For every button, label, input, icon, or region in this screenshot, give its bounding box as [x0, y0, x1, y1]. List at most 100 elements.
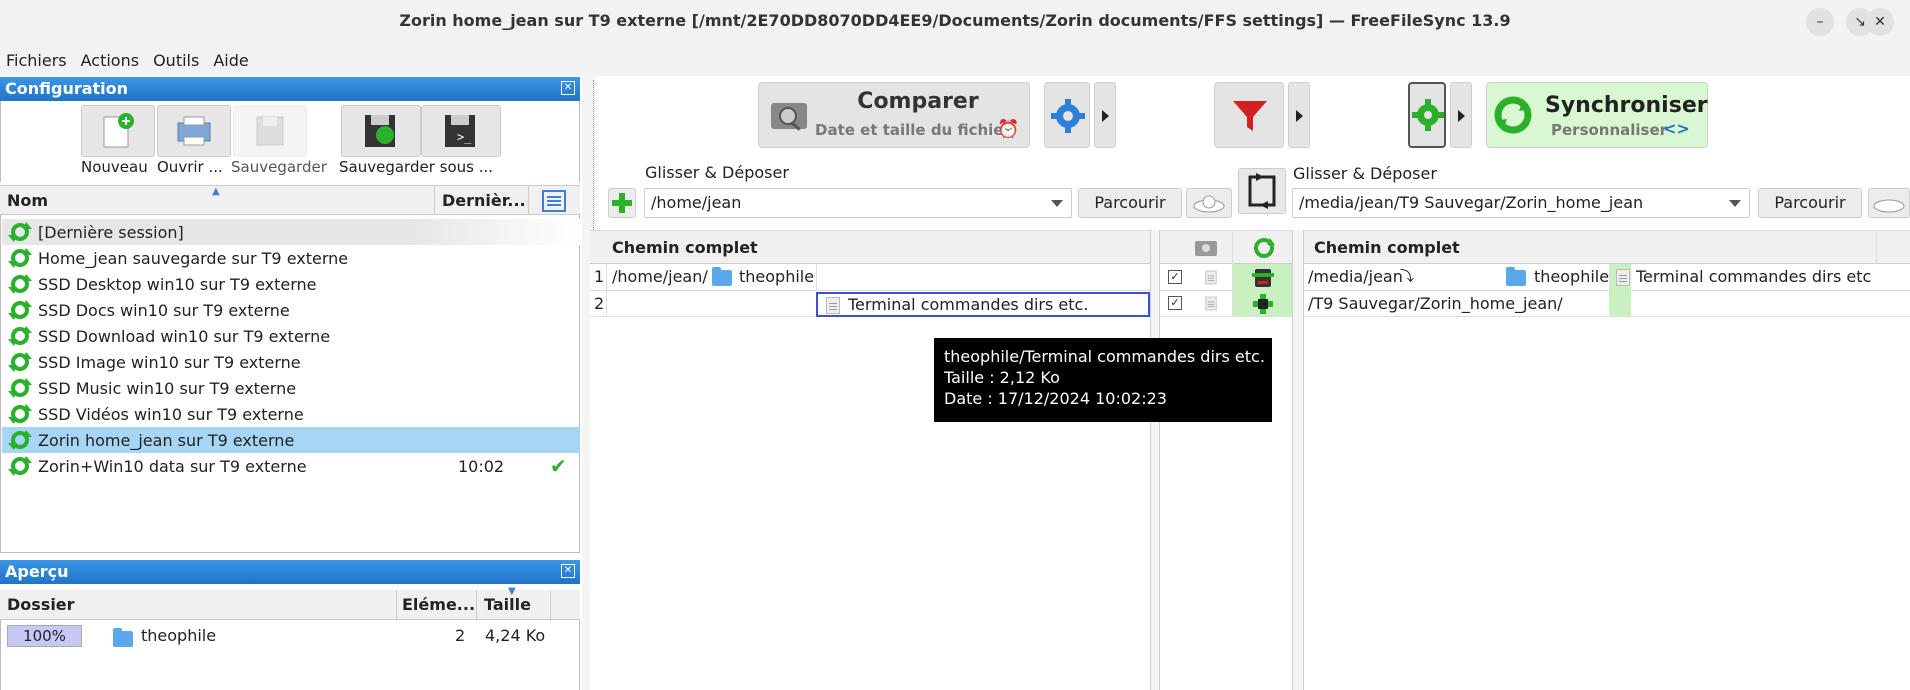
minimize-button[interactable]: –	[1806, 8, 1834, 36]
left-row2-selected[interactable]: Terminal commandes dirs etc.	[816, 292, 1150, 317]
overview-panel-header: Aperçu ✕	[0, 560, 580, 584]
config-list-item[interactable]: SSD Vidéos win10 sur T9 externe	[2, 401, 580, 427]
left-row2-file[interactable]: Terminal commandes dirs etc.	[848, 295, 1088, 314]
config-toolbar: >_ Nouveau Ouvrir ... Sauvegarder Sauveg…	[0, 101, 580, 182]
config-list-item[interactable]: SSD Music win10 sur T9 externe	[2, 375, 580, 401]
col-folder[interactable]: Dossier	[7, 595, 75, 614]
left-browse-button[interactable]: Parcourir	[1078, 188, 1182, 218]
save-config-button[interactable]	[233, 105, 307, 157]
left-cloud-button[interactable]	[1186, 188, 1232, 218]
printer-open-icon	[177, 116, 211, 146]
menu-fichiers[interactable]: Fichiers	[6, 51, 67, 70]
config-list-item[interactable]: Zorin home_jean sur T9 externe	[2, 427, 580, 453]
save-sync-icon	[365, 115, 395, 147]
right-path-input[interactable]: /media/jean/T9 Sauvegar/Zorin_home_jean	[1292, 188, 1750, 218]
overview-items: 2	[455, 626, 466, 645]
new-icon	[103, 113, 134, 148]
sync-settings-button[interactable]	[1408, 82, 1446, 148]
col-size[interactable]: Taille	[484, 595, 531, 614]
config-list-item[interactable]: Zorin+Win10 data sur T9 externe 10:02 ✔	[2, 453, 580, 479]
config-item-name: SSD Docs win10 sur T9 externe	[38, 300, 290, 320]
open-config-button[interactable]	[157, 105, 231, 157]
right-row1-file[interactable]: Terminal commandes dirs etc	[1636, 267, 1871, 286]
right-grid: /media/jean ⤵ theophile Terminal command…	[1304, 264, 1910, 690]
swap-sides-button[interactable]	[1238, 168, 1286, 214]
close-panel-icon[interactable]: ✕	[561, 81, 575, 95]
right-row1-path[interactable]: /media/jean	[1308, 267, 1403, 286]
sync-settings-arrow[interactable]	[1450, 82, 1472, 148]
open-label: Ouvrir ...	[157, 158, 223, 176]
left-row1-folder[interactable]: theophile	[739, 267, 814, 286]
save-label: Sauvegarder	[231, 158, 327, 176]
new-config-button[interactable]	[81, 105, 155, 157]
right-location-bar: Glisser & Déposer /media/jean/T9 Sauvega…	[1290, 160, 1910, 226]
menu-bar: Fichiers Actions Outils Aide	[0, 44, 1910, 76]
col-last-sync[interactable]: Dernièr...	[442, 191, 526, 210]
save-as-label: Sauvegarder sous ...	[339, 158, 494, 176]
close-overview-icon[interactable]: ✕	[561, 564, 575, 578]
left-path-dropdown[interactable]	[1043, 189, 1071, 217]
right-cloud-button[interactable]	[1868, 188, 1910, 218]
save-as-sync-button[interactable]	[341, 105, 421, 157]
grid-splitter-left[interactable]	[1150, 230, 1160, 690]
row1-checkbox[interactable]: ✓	[1168, 270, 1182, 284]
config-item-name: SSD Vidéos win10 sur T9 externe	[38, 404, 304, 424]
sync-subtitle: Personnaliser	[1551, 121, 1668, 139]
left-row1-path[interactable]: /home/jean/	[612, 267, 708, 286]
folder-icon	[113, 628, 133, 647]
compare-menu-arrow[interactable]	[1094, 82, 1116, 148]
copy-to-right-icon[interactable]	[1252, 293, 1274, 315]
config-item-name: Home_jean sauvegarde sur T9 externe	[38, 248, 349, 268]
tooltip-size: Taille : 2,12 Ko	[944, 368, 1060, 387]
main-toolbar: Comparer Date et taille du fichier ⏰ Syn…	[600, 76, 1910, 156]
compare-column-icon[interactable]	[1194, 238, 1218, 258]
config-list-item[interactable]: SSD Docs win10 sur T9 externe	[2, 297, 580, 323]
right-grid-header: Chemin complet	[1304, 230, 1910, 265]
overview-panel-title: Aperçu	[5, 562, 69, 581]
left-path-input[interactable]: /home/jean	[644, 188, 1072, 218]
config-item-name: SSD Desktop win10 sur T9 externe	[38, 274, 317, 294]
file-tooltip: theophile/Terminal commandes dirs etc. T…	[934, 338, 1272, 422]
right-path-dropdown[interactable]	[1721, 189, 1749, 217]
filter-button[interactable]	[1214, 82, 1284, 148]
compare-button[interactable]: Comparer Date et taille du fichier ⏰	[758, 82, 1030, 148]
config-list-item[interactable]: SSD Image win10 sur T9 externe	[2, 349, 580, 375]
config-list-item[interactable]: SSD Download win10 sur T9 externe	[2, 323, 580, 349]
menu-actions[interactable]: Actions	[81, 51, 139, 70]
right-col-fullpath[interactable]: Chemin complet	[1314, 231, 1460, 265]
left-col-fullpath[interactable]: Chemin complet	[612, 231, 758, 265]
delete-right-icon[interactable]	[1252, 267, 1274, 289]
menu-aide[interactable]: Aide	[213, 51, 248, 70]
overview-folder[interactable]: theophile	[141, 626, 216, 645]
menu-outils[interactable]: Outils	[153, 51, 199, 70]
gear-blue-icon	[1051, 99, 1085, 133]
config-list-item[interactable]: SSD Desktop win10 sur T9 externe	[2, 271, 580, 297]
close-button[interactable]: ✕	[1866, 8, 1894, 36]
file-delete-icon	[1616, 269, 1630, 286]
right-row1-folder[interactable]: theophile	[1534, 267, 1609, 286]
right-browse-button[interactable]: Parcourir	[1758, 188, 1862, 218]
filter-icon	[1233, 101, 1267, 131]
save-as-batch-button[interactable]: >_	[421, 105, 501, 157]
overview-body: 100% theophile 2 4,24 Ko	[0, 620, 580, 690]
right-row2-path[interactable]: /T9 Sauvegar/Zorin_home_jean/	[1308, 294, 1563, 313]
sync-direction-icon: <>	[1663, 119, 1690, 138]
synchronize-button[interactable]: Synchroniser Personnaliser <>	[1486, 82, 1708, 148]
sync-column-icon[interactable]	[1252, 236, 1276, 260]
config-list-item[interactable]: Home_jean sauvegarde sur T9 externe	[2, 245, 580, 271]
config-list-item[interactable]: [Dernière session]	[2, 219, 580, 245]
filter-menu-arrow[interactable]	[1288, 82, 1310, 148]
col-name[interactable]: Nom	[7, 191, 48, 210]
list-settings-icon[interactable]	[542, 190, 566, 212]
title-bar: Zorin home_jean sur T9 externe [/mnt/2E7…	[0, 0, 1910, 44]
add-folder-pair-button[interactable]	[608, 188, 636, 218]
right-drag-label: Glisser & Déposer	[1293, 164, 1437, 183]
grid-splitter-right[interactable]	[1292, 230, 1304, 690]
row2-checkbox[interactable]: ✓	[1168, 296, 1182, 310]
sync-config-icon	[8, 300, 32, 320]
clock-icon: ⏰	[997, 119, 1020, 140]
plus-icon	[612, 193, 632, 213]
compare-settings-button[interactable]	[1044, 82, 1090, 148]
sync-config-icon	[8, 430, 32, 450]
col-items[interactable]: Eléme...	[402, 595, 475, 614]
